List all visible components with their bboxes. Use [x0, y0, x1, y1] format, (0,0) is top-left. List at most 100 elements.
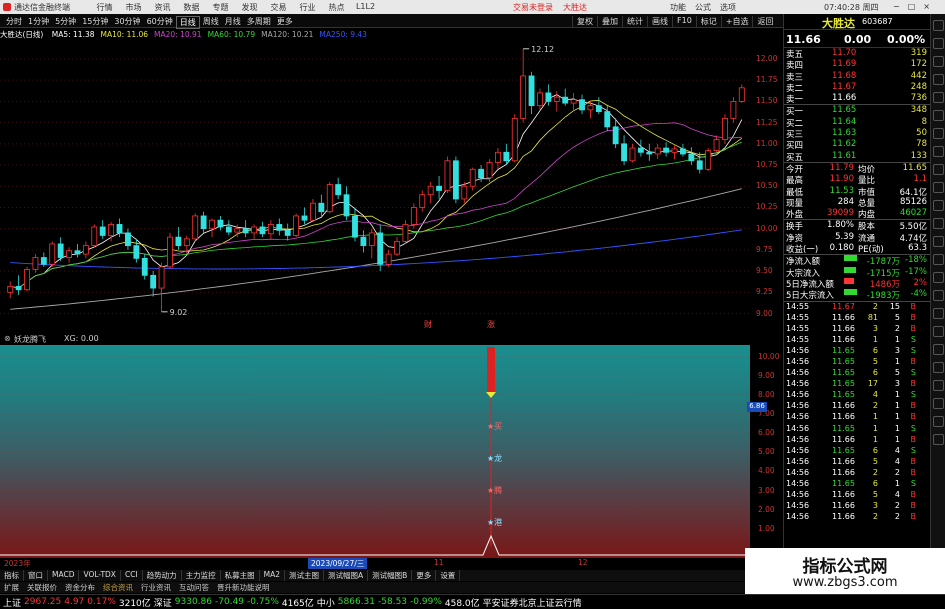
indicator-tab[interactable]: MA2	[260, 570, 286, 581]
time-axis: 2023年 2023/09/27/三 11 12	[0, 558, 750, 569]
candlestick-chart[interactable]: 12.12 9.02 财 涨	[0, 40, 750, 328]
menu-item[interactable]: 专题	[206, 2, 235, 13]
period-tab[interactable]: 15分钟	[79, 16, 111, 29]
period-tab[interactable]: 更多	[274, 16, 296, 29]
period-tab[interactable]: 30分钟	[111, 16, 143, 29]
indicator-tab[interactable]: 窗口	[24, 570, 48, 581]
extension-tab[interactable]: 晋升新功能说明	[213, 582, 274, 593]
indicator-tab[interactable]: 主力监控	[182, 570, 221, 581]
period-tab[interactable]: 60分钟	[144, 16, 176, 29]
side-tool-icon[interactable]	[932, 254, 944, 265]
chart-action[interactable]: 返回	[752, 16, 777, 27]
menu-item[interactable]: 市场	[119, 2, 148, 13]
side-tool-icon[interactable]	[932, 146, 944, 157]
side-tool-icon[interactable]	[932, 416, 944, 427]
indicator-tab[interactable]: VOL-TDX	[79, 570, 121, 581]
side-tool-icon[interactable]	[932, 56, 944, 67]
window-button[interactable]: ×	[923, 2, 930, 11]
title-link[interactable]: 大胜达	[563, 2, 587, 13]
chart-action[interactable]: 统计	[622, 16, 647, 27]
xg-line	[0, 534, 750, 556]
menu-item[interactable]: 资讯	[148, 2, 177, 13]
indicator-tab[interactable]: CCI	[121, 570, 143, 581]
period-tab[interactable]: 日线	[175, 16, 200, 29]
window-buttons: − □ ×	[893, 2, 930, 11]
period-tab[interactable]: 1分钟	[25, 16, 52, 29]
side-tool-icon[interactable]	[932, 164, 944, 175]
candle	[40, 252, 47, 267]
side-tool-icon[interactable]	[932, 38, 944, 49]
right-menu-item[interactable]: 公式	[695, 2, 711, 13]
chart-action[interactable]: F10	[672, 16, 696, 27]
window-button[interactable]: −	[893, 2, 900, 11]
extension-tab[interactable]: 行业资讯	[137, 582, 175, 593]
ma-legend-item: MA60: 10.79	[207, 30, 256, 39]
side-tool-icon[interactable]	[932, 380, 944, 391]
chart-action[interactable]: 标记	[695, 16, 721, 27]
side-tool-icon[interactable]	[932, 92, 944, 103]
window-button[interactable]: □	[908, 2, 916, 11]
indicator-close-icon[interactable]: ⊗	[4, 334, 11, 343]
extension-tab[interactable]: 关联报价	[23, 582, 61, 593]
menu-item[interactable]: 发现	[235, 2, 264, 13]
indicator-tab[interactable]: 更多	[412, 570, 437, 581]
ma-line-120	[10, 188, 742, 310]
extension-tab[interactable]: 互动问答	[175, 582, 213, 593]
indicator-tab[interactable]: MACD	[48, 570, 80, 581]
menu-item[interactable]: 交易	[264, 2, 293, 13]
tick-time: 14:56	[786, 345, 810, 355]
menu-item[interactable]: L1L2	[351, 2, 380, 13]
side-tool-icon[interactable]	[932, 110, 944, 121]
side-tool-icon[interactable]	[932, 182, 944, 193]
side-tool-icon[interactable]	[932, 272, 944, 283]
extension-tab[interactable]: 扩展	[0, 582, 23, 593]
title-link[interactable]: 交易未登录	[513, 2, 553, 13]
indicator-tab[interactable]: 设置	[436, 570, 461, 581]
right-menu-item[interactable]: 功能	[670, 2, 686, 13]
chart-action[interactable]: 叠加	[597, 16, 622, 27]
indicator-tab[interactable]: 测试幅图A	[324, 570, 369, 581]
side-tool-icon[interactable]	[932, 74, 944, 85]
price-tick: 11.00	[756, 138, 778, 148]
indicator-tab[interactable]: 指标	[0, 570, 24, 581]
side-tool-icon[interactable]	[932, 326, 944, 337]
menu-item[interactable]: 行业	[293, 2, 322, 13]
indicator-tab[interactable]: 趋势动力	[143, 570, 182, 581]
candle	[419, 190, 426, 212]
menu-item[interactable]: 行情	[90, 2, 119, 13]
side-tool-icon[interactable]	[932, 344, 944, 355]
right-menu-item[interactable]: 选项	[720, 2, 736, 13]
indicator-panel[interactable]: ★买 ★龙 ★腾 ★港	[0, 345, 750, 558]
side-tool-icon[interactable]	[932, 218, 944, 229]
extension-tab[interactable]: 资金分布	[61, 582, 99, 593]
side-tool-icon[interactable]	[932, 20, 944, 31]
indicator-tab[interactable]: 测试幅图B	[368, 570, 413, 581]
indicator-tab[interactable]: 私募主图	[221, 570, 260, 581]
side-tool-icon[interactable]	[932, 236, 944, 247]
side-tool-icon[interactable]	[932, 200, 944, 211]
menu-item[interactable]: 数据	[177, 2, 206, 13]
tick-count: 2	[894, 501, 900, 511]
tick-side: B	[910, 490, 917, 500]
side-tool-icon[interactable]	[932, 128, 944, 139]
chart-action[interactable]: +自选	[720, 16, 753, 27]
menu-item[interactable]: 热点	[322, 2, 351, 13]
period-tab[interactable]: 5分钟	[52, 16, 79, 29]
side-tool-icon[interactable]	[932, 290, 944, 301]
chart-action[interactable]: 画线	[647, 16, 672, 27]
period-tab[interactable]: 周线	[200, 16, 222, 29]
flow-bar	[844, 277, 854, 284]
period-tab[interactable]: 月线	[222, 16, 244, 29]
side-tool-icon[interactable]	[932, 308, 944, 319]
tick-list[interactable]: 14:55 11.67 2 15 B 14:55 11.66 81 5 B 14:55 11.66 3 2…	[784, 302, 930, 524]
extension-tab[interactable]: 综合资讯	[99, 582, 137, 593]
side-tool-icon[interactable]	[932, 362, 944, 373]
side-tool-icon[interactable]	[932, 434, 944, 445]
indicator-tab[interactable]: 测试主图	[285, 570, 325, 581]
candle	[671, 145, 678, 160]
side-tool-icon[interactable]	[932, 398, 944, 409]
period-tab[interactable]: 多周期	[244, 16, 274, 29]
stats-row: 现量 284 总量 85126	[784, 197, 930, 209]
period-tab[interactable]: 分时	[3, 16, 25, 29]
chart-action[interactable]: 复权	[572, 16, 597, 27]
